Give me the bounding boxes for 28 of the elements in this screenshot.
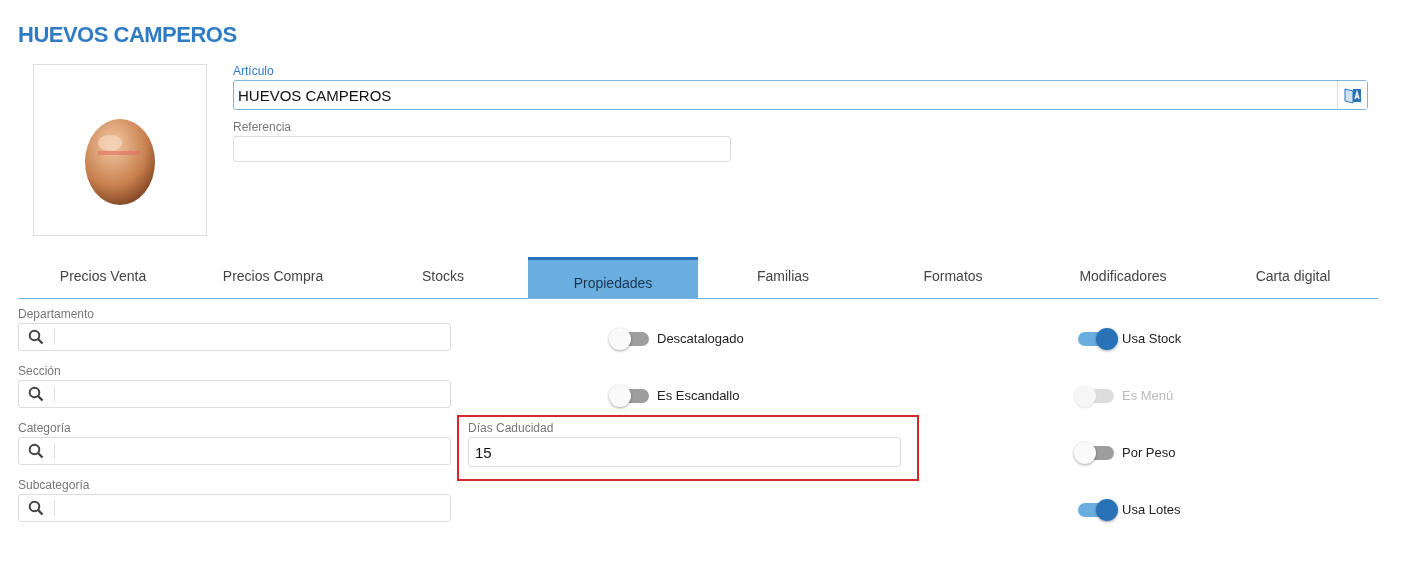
search-icon (28, 500, 55, 516)
toggle-label: Es Escandallo (657, 388, 740, 403)
translate-button[interactable] (1337, 81, 1367, 109)
input-field[interactable] (233, 136, 731, 162)
toggle-label: Descatalogado (657, 331, 744, 346)
search-icon (28, 329, 55, 345)
search-field[interactable] (18, 323, 451, 351)
search-field[interactable] (18, 437, 451, 465)
field-label: Días Caducidad (468, 421, 554, 435)
field-label: Sección (18, 364, 61, 378)
toggle-label: Es Menú (1122, 388, 1174, 403)
search-field[interactable] (18, 380, 451, 408)
field-label: Categoría (18, 421, 71, 435)
toggle-label: Usa Lotes (1122, 502, 1181, 517)
translate-icon (1343, 86, 1362, 104)
field-label: Artículo (233, 64, 274, 78)
search-field[interactable] (18, 494, 451, 522)
tab[interactable]: Propiedades (528, 257, 698, 298)
input-field[interactable]: HUEVOS CAMPEROS (233, 80, 1368, 110)
field-label: Referencia (233, 120, 292, 134)
page-title: HUEVOS CAMPEROS (18, 22, 237, 48)
toggle-label: Por Peso (1122, 445, 1176, 460)
search-icon (28, 386, 55, 402)
search-icon (28, 443, 55, 459)
field-label: Subcategoría (18, 478, 90, 492)
input-field[interactable]: 15 (468, 437, 901, 467)
toggle-label: Usa Stock (1122, 331, 1182, 346)
field-label: Departamento (18, 307, 95, 321)
